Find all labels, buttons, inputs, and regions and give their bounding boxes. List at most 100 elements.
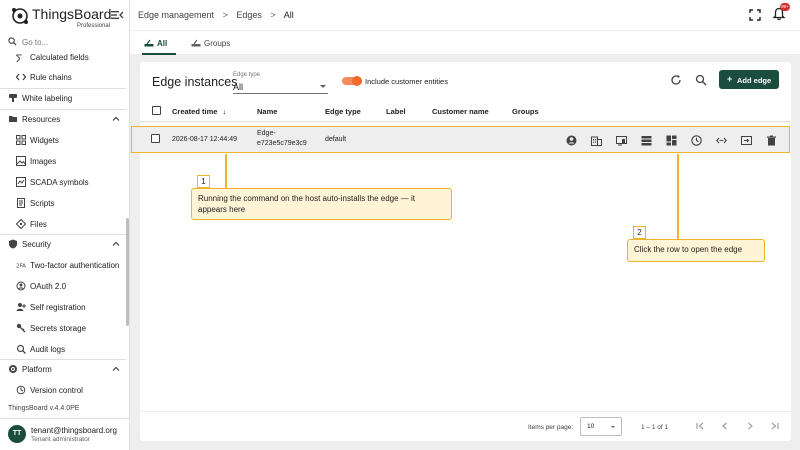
security-icon: [9, 239, 17, 249]
sidebar-item-secrets-storage[interactable]: Secrets storage: [0, 318, 126, 338]
column-header-groups: Groups: [512, 107, 539, 116]
callout-2-box: Click the row to open the edge: [627, 239, 765, 262]
thingsboard-logo[interactable]: ThingsBoard Professional: [10, 4, 122, 29]
sidebar-item-scada-symbols[interactable]: SCADA symbols: [0, 172, 126, 192]
calculated-fields-icon: ∑: [16, 54, 22, 62]
sidebar-scrollbar[interactable]: [126, 218, 129, 326]
edge-groups-icon: [191, 39, 201, 47]
cell-name-line2: e723e5c79e3c9: [257, 140, 307, 147]
sidebar-item-widgets[interactable]: Widgets: [0, 130, 126, 150]
edge-type-value: All: [233, 82, 244, 92]
previous-page-icon[interactable]: [720, 421, 730, 431]
row-checkbox[interactable]: [151, 134, 160, 143]
files-icon: [16, 219, 26, 229]
sidebar-item-two-factor[interactable]: 2FA Two-factor authentication: [0, 255, 126, 275]
sidebar-item-resources[interactable]: Resources: [0, 109, 126, 129]
search-icon[interactable]: [695, 74, 707, 86]
sidebar-item-calculated-fields[interactable]: ∑ Calculated fields: [0, 52, 126, 67]
open-details-icon[interactable]: [741, 135, 752, 146]
svg-text:∑: ∑: [16, 54, 22, 62]
sidebar-search[interactable]: Go to...: [8, 36, 122, 50]
plus-icon: +: [727, 74, 733, 84]
menu-collapse-icon[interactable]: [110, 8, 124, 22]
two-factor-icon: 2FA: [16, 264, 26, 270]
user-avatar[interactable]: TT: [8, 425, 26, 443]
dropdown-caret-icon: [320, 85, 326, 88]
sidebar-item-white-labeling[interactable]: White labeling: [0, 88, 126, 108]
page-range: 1 – 1 of 1: [641, 424, 669, 431]
callout-1-box: Running the command on the host auto-ins…: [191, 188, 452, 220]
resources-icon: [9, 116, 17, 122]
callout-1-connector: [225, 154, 227, 189]
sidebar-item-version-control[interactable]: Version control: [0, 380, 126, 400]
cell-edge-type: default: [325, 136, 347, 143]
include-customer-label: Include customer entities: [365, 77, 448, 86]
fullscreen-icon[interactable]: [748, 8, 762, 22]
breadcrumb-edges[interactable]: Edges: [236, 10, 262, 20]
callout-2-connector: [677, 154, 679, 240]
delete-icon[interactable]: [766, 135, 777, 146]
table-header: Created time ↓ Name Edge type Label Cust…: [140, 100, 791, 122]
devices-icon[interactable]: [616, 135, 627, 146]
sidebar-item-security[interactable]: Security: [0, 234, 126, 254]
scheduler-clock-icon[interactable]: [691, 135, 702, 146]
items-per-page-label: Items per page:: [528, 424, 574, 431]
column-header-customer-name[interactable]: Customer name: [432, 107, 489, 116]
sidebar-item-self-registration[interactable]: Self registration: [0, 297, 126, 317]
breadcrumb-separator: >: [222, 10, 228, 20]
version-control-icon: [16, 385, 26, 395]
sidebar-item-oauth[interactable]: OAuth 2.0: [0, 276, 126, 296]
sidebar-item-scripts[interactable]: Scripts: [0, 193, 126, 213]
sidebar-item-files[interactable]: Files: [0, 214, 126, 234]
assets-icon[interactable]: [591, 135, 602, 146]
select-all-checkbox[interactable]: [152, 106, 161, 115]
last-page-icon[interactable]: [770, 421, 780, 431]
chevron-up-icon: [112, 241, 120, 246]
logo-text: ThingsBoard: [32, 6, 112, 22]
column-header-edge-type[interactable]: Edge type: [325, 107, 361, 116]
user-email: tenant@thingsboard.org: [31, 426, 117, 435]
active-tab-indicator: [142, 53, 176, 55]
rule-chains-icon[interactable]: [716, 135, 727, 146]
sidebar-divider: [0, 418, 130, 419]
next-page-icon[interactable]: [745, 421, 755, 431]
app-version: ThingsBoard v.4.4.0PE: [8, 405, 80, 412]
search-icon: [8, 37, 17, 46]
sidebar-item-platform[interactable]: Platform: [0, 359, 126, 379]
key-icon: [16, 323, 26, 333]
pagination: Items per page: 10 1 – 1 of 1: [140, 411, 791, 441]
sidebar-item-audit-logs[interactable]: Audit logs: [0, 339, 126, 359]
page-title: Edge instances: [152, 75, 238, 89]
table-row[interactable]: 2026-08-17 12:44:49 Edge- e723e5c79e3c9 …: [131, 126, 790, 153]
first-page-icon[interactable]: [695, 421, 705, 431]
add-edge-button[interactable]: + Add edge: [719, 70, 779, 89]
tab-all[interactable]: All: [142, 31, 184, 55]
cell-name-line1: Edge-: [257, 130, 276, 137]
user-role: Tenant administrator: [31, 436, 90, 443]
column-header-created-time[interactable]: Created time ↓: [172, 107, 226, 116]
manage-customers-icon[interactable]: [566, 135, 577, 146]
edge-type-select[interactable]: All: [233, 80, 328, 94]
breadcrumb: Edge management > Edges > All: [138, 10, 300, 20]
include-customer-toggle[interactable]: [342, 76, 362, 86]
sidebar-search-placeholder: Go to...: [22, 38, 49, 47]
column-header-label[interactable]: Label: [386, 107, 406, 116]
oauth-icon: [16, 281, 26, 291]
dropdown-caret-icon: [611, 426, 615, 428]
entity-views-icon[interactable]: [641, 135, 652, 146]
edge-type-label: Edge type: [233, 72, 261, 78]
callout-1-number: 1: [197, 175, 210, 188]
column-header-name[interactable]: Name: [257, 107, 277, 116]
breadcrumb-edge-management[interactable]: Edge management: [138, 10, 214, 20]
widgets-icon: [16, 135, 26, 145]
sort-arrow-icon: ↓: [222, 107, 227, 116]
sidebar-item-rule-chains[interactable]: Rule chains: [0, 67, 126, 87]
dashboards-icon[interactable]: [666, 135, 677, 146]
sidebar-item-images[interactable]: Images: [0, 151, 126, 171]
tab-groups[interactable]: Groups: [191, 31, 241, 55]
edge-device-icon: [144, 39, 154, 47]
refresh-icon[interactable]: [670, 74, 682, 86]
items-per-page-select[interactable]: 10: [580, 417, 622, 436]
svg-text:2FA: 2FA: [16, 264, 26, 270]
audit-logs-icon: [16, 344, 26, 354]
